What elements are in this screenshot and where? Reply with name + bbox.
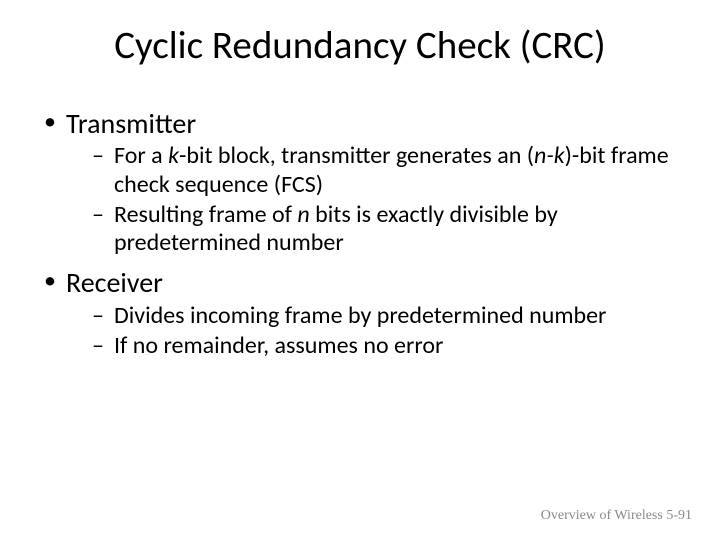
text: -bit block, transmitter generates an ( <box>179 141 534 170</box>
bullet-transmitter: Transmitter For a k-bit block, transmitt… <box>42 108 680 257</box>
bullet-list: Transmitter For a k-bit block, transmitt… <box>42 108 680 360</box>
text: Resulting frame of <box>114 200 297 229</box>
bullet-label: Transmitter <box>66 106 196 141</box>
sub-list: For a k-bit block, transmitter generates… <box>66 142 680 257</box>
text: For a <box>114 141 168 170</box>
sub-list: Divides incoming frame by predetermined … <box>66 302 680 361</box>
slide-body: Transmitter For a k-bit block, transmitt… <box>42 108 680 370</box>
italic-n: n <box>297 200 309 229</box>
slide: Cyclic Redundancy Check (CRC) Transmitte… <box>0 0 720 540</box>
sub-bullet: Resulting frame of n bits is exactly div… <box>92 201 680 258</box>
slide-title: Cyclic Redundancy Check (CRC) <box>0 22 720 69</box>
bullet-label: Receiver <box>66 265 163 300</box>
italic-nk: n-k <box>534 141 565 170</box>
bullet-receiver: Receiver Divides incoming frame by prede… <box>42 267 680 360</box>
sub-bullet: For a k-bit block, transmitter generates… <box>92 142 680 199</box>
sub-bullet: Divides incoming frame by predetermined … <box>92 302 680 330</box>
italic-k: k <box>168 141 179 170</box>
sub-bullet: If no remainder, assumes no error <box>92 332 680 360</box>
slide-footer: Overview of Wireless 5-91 <box>541 508 692 524</box>
